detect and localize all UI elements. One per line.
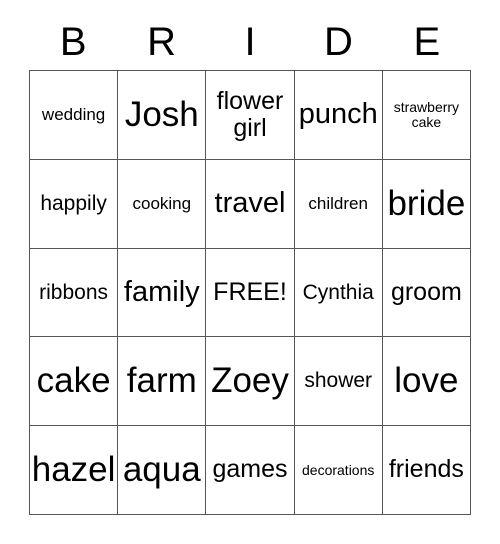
bingo-cell[interactable]: ribbons [30,248,119,338]
bingo-cell-label: Zoey [211,361,289,401]
header-letter-b: B [59,20,87,64]
header-letter-i: I [244,20,256,64]
bingo-cell[interactable]: love [382,337,471,427]
bingo-cell[interactable]: children [294,159,383,249]
bingo-cell-label: travel [214,186,286,219]
bingo-cell-label: family [123,275,200,308]
bingo-cell[interactable]: strawberry cake [382,71,471,160]
bingo-cell[interactable]: FREE! [206,248,295,338]
bingo-cell-label: bride [387,183,466,223]
bingo-cell-label: groom [390,277,462,306]
bingo-cell-label: Cynthia [302,280,374,304]
bingo-cell-label: children [308,193,368,213]
bingo-cell[interactable]: happily [30,159,119,249]
bingo-cell-label: strawberry cake [393,99,460,130]
bingo-cell[interactable]: cake [30,337,119,427]
bingo-cell-label: happily [40,191,107,215]
bingo-cell-label: aqua [122,450,201,490]
bingo-cell[interactable]: farm [118,337,207,427]
bingo-cell[interactable]: Cynthia [294,248,383,338]
bingo-cell-label: love [394,361,459,401]
bingo-cell[interactable]: punch [294,71,383,160]
header-letter-d: D [323,20,353,64]
bingo-cell-label: shower [304,369,373,393]
bingo-cell-label: wedding [41,105,106,125]
bingo-cell[interactable]: hazel [30,426,119,515]
bingo-cell[interactable]: decorations [294,426,383,515]
bingo-cell[interactable]: flower girl [206,71,295,160]
bingo-cell[interactable]: wedding [30,71,119,160]
bingo-cell-label: decorations [302,461,375,478]
bingo-cell[interactable]: Zoey [206,337,295,427]
bingo-cell-label: punch [298,97,378,130]
bingo-grid: wedding Josh flower girl punch strawberry ca… [29,70,471,515]
bingo-cell-label: farm [126,361,197,401]
bingo-cell[interactable]: friends [382,426,471,515]
bingo-cell-label: ribbons [39,280,109,304]
bingo-cell[interactable]: family [118,248,207,338]
bingo-cell-label: cake [36,361,111,401]
bingo-cell[interactable]: groom [382,248,471,338]
bingo-cell-label: cooking [132,193,192,213]
bingo-cell-label: friends [388,455,464,484]
bingo-cell-label: hazel [31,450,116,490]
bingo-cell[interactable]: bride [382,159,471,249]
bingo-cell[interactable]: travel [206,159,295,249]
bingo-cell[interactable]: cooking [118,159,207,249]
bingo-cell-label: FREE! [213,277,287,306]
header-letter-r: R [147,20,177,64]
bingo-cell[interactable]: aqua [118,426,207,515]
bingo-cell[interactable]: shower [294,337,383,427]
bingo-card: B R I D E wedding Josh flower girl punch str… [0,0,500,544]
bingo-cell[interactable]: Josh [118,71,207,160]
bingo-cell-label: flower girl [216,87,284,142]
bingo-header: B R I D E [29,14,471,70]
header-letter-e: E [413,20,441,64]
bingo-cell-label: Josh [124,94,199,134]
bingo-cell[interactable]: games [206,426,295,515]
bingo-cell-label: games [212,455,288,484]
